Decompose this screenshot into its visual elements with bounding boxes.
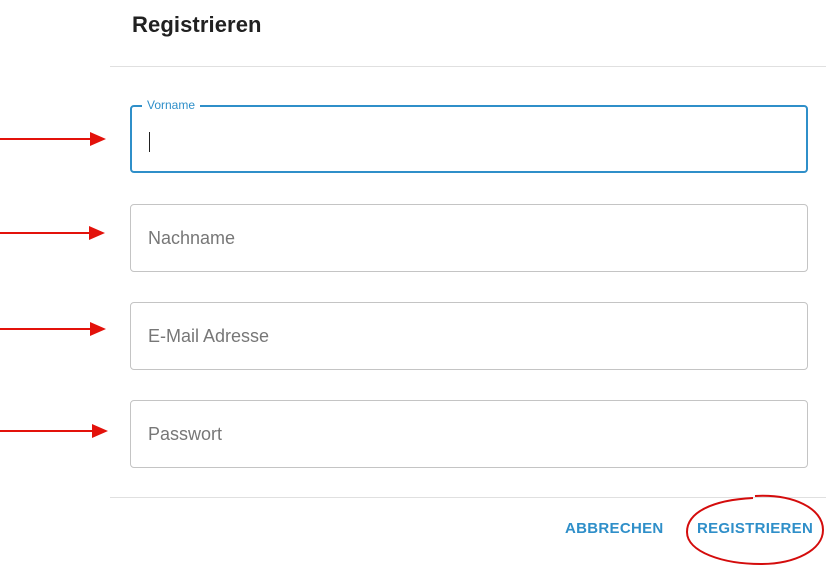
annotation-arrow-icon [0, 322, 106, 336]
email-field[interactable] [130, 302, 808, 370]
register-button[interactable]: REGISTRIEREN [697, 520, 813, 537]
top-divider [110, 66, 826, 67]
cancel-button[interactable]: ABBRECHEN [565, 520, 664, 537]
annotation-arrow-icon [0, 424, 108, 438]
nachname-input[interactable] [131, 205, 807, 271]
vorname-input[interactable] [132, 107, 806, 171]
passwort-field[interactable] [130, 400, 808, 468]
registration-dialog: Registrieren Vorname ABBRECHEN REGISTRIE… [0, 0, 826, 565]
annotation-arrow-icon [0, 226, 105, 240]
annotation-arrow-icon [0, 132, 106, 146]
vorname-field[interactable]: Vorname [130, 98, 808, 173]
bottom-divider [110, 497, 826, 498]
passwort-input[interactable] [131, 401, 807, 467]
dialog-title: Registrieren [132, 12, 262, 37]
email-input[interactable] [131, 303, 807, 369]
nachname-field[interactable] [130, 204, 808, 272]
